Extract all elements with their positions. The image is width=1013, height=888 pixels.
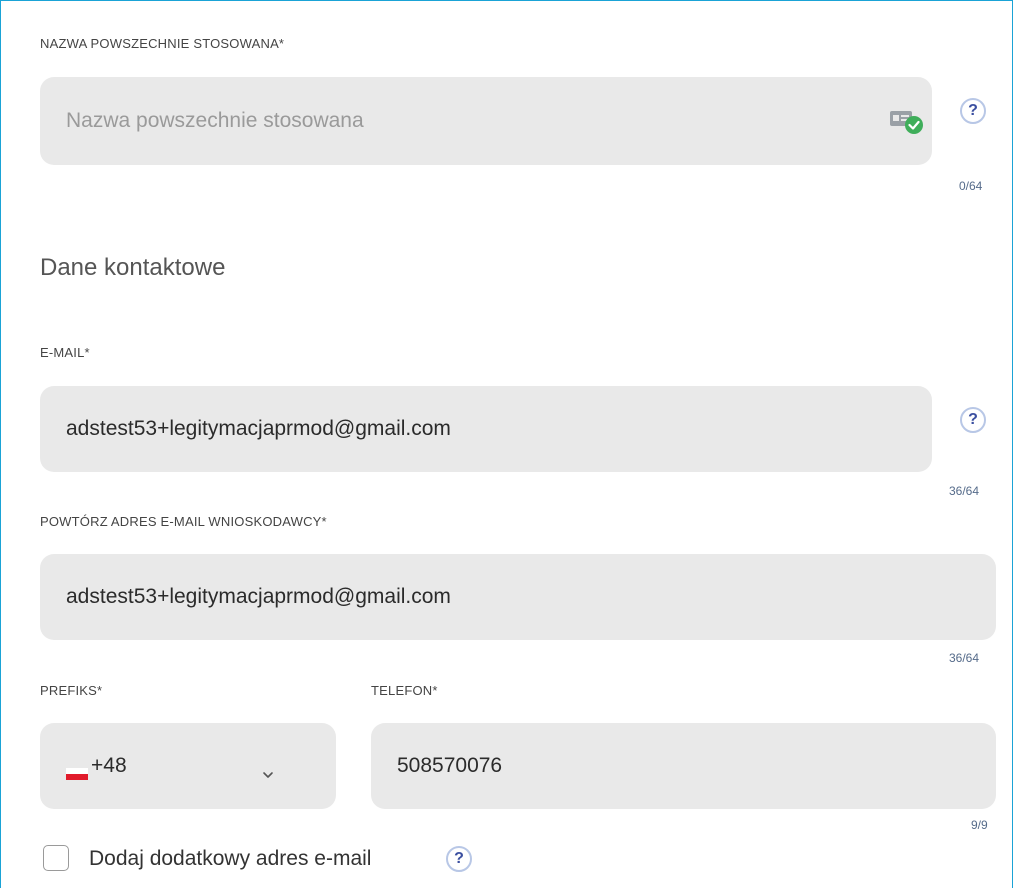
extra-email-label[interactable]: Dodaj dodatkowy adres e-mail bbox=[89, 847, 371, 871]
email-label: E-MAIL* bbox=[40, 345, 90, 360]
email-counter: 36/64 bbox=[949, 484, 980, 498]
email-repeat-counter: 36/64 bbox=[949, 651, 980, 665]
prefix-select[interactable]: +48 bbox=[40, 723, 336, 809]
phone-value: 508570076 bbox=[397, 754, 503, 777]
email-value: adstest53+legitymacjaprmod@gmail.com bbox=[66, 417, 451, 440]
phone-counter: 9/9 bbox=[971, 818, 988, 832]
email-repeat-value: adstest53+legitymacjaprmod@gmail.com bbox=[66, 585, 451, 608]
id-card-verified-icon bbox=[890, 107, 926, 137]
common-name-label: NAZWA POWSZECHNIE STOSOWANA* bbox=[40, 36, 285, 51]
common-name-input[interactable]: Nazwa powszechnie stosowana bbox=[40, 77, 932, 165]
extra-email-help-icon[interactable]: ? bbox=[446, 846, 472, 872]
email-input[interactable]: adstest53+legitymacjaprmod@gmail.com bbox=[40, 386, 932, 472]
prefix-label: PREFIKS* bbox=[40, 683, 103, 698]
email-repeat-input[interactable]: adstest53+legitymacjaprmod@gmail.com bbox=[40, 554, 996, 640]
email-repeat-label: POWTÓRZ ADRES E-MAIL WNIOSKODAWCY* bbox=[40, 514, 327, 529]
section-title: Dane kontaktowe bbox=[40, 254, 226, 281]
phone-label: TELEFON* bbox=[371, 683, 438, 698]
common-name-counter: 0/64 bbox=[959, 179, 983, 193]
chevron-down-icon bbox=[262, 761, 274, 778]
common-name-help-icon[interactable]: ? bbox=[960, 98, 986, 124]
phone-input[interactable]: 508570076 bbox=[371, 723, 996, 809]
poland-flag-icon bbox=[66, 762, 88, 780]
email-help-icon[interactable]: ? bbox=[960, 407, 986, 433]
common-name-placeholder: Nazwa powszechnie stosowana bbox=[66, 109, 364, 132]
extra-email-checkbox[interactable] bbox=[43, 845, 69, 871]
prefix-value: +48 bbox=[91, 754, 127, 777]
